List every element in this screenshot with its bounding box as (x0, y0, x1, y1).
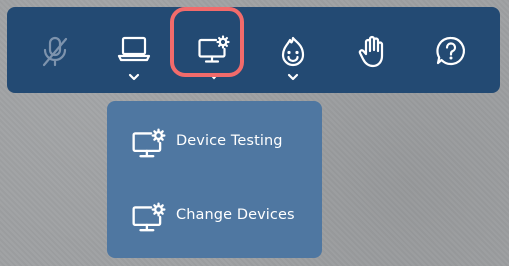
meeting-toolbar (7, 7, 500, 93)
monitor-settings-icon (132, 128, 166, 158)
menu-item-device-testing[interactable]: Device Testing (107, 115, 322, 171)
face-emoji-icon (281, 36, 305, 67)
monitor-settings-icon (132, 202, 166, 232)
raise-hand-button[interactable] (342, 7, 402, 93)
device-menu: Device Testing Change Devices (107, 101, 322, 258)
reactions-button[interactable] (263, 7, 323, 93)
help-button[interactable] (421, 7, 481, 93)
caret-down-icon[interactable] (208, 73, 220, 81)
menu-item-label: Device Testing (176, 133, 283, 149)
menu-item-label: Change Devices (176, 207, 295, 223)
menu-item-change-devices[interactable]: Change Devices (107, 189, 322, 245)
microphone-muted-icon (42, 36, 68, 67)
chevron-down-icon[interactable] (287, 73, 299, 81)
monitor-settings-icon (198, 35, 230, 63)
chevron-down-icon[interactable] (128, 73, 140, 81)
laptop-icon (117, 36, 151, 62)
help-question-icon (436, 36, 465, 66)
share-screen-button[interactable] (104, 7, 164, 93)
raise-hand-icon (358, 35, 384, 68)
device-settings-button[interactable] (184, 7, 244, 93)
mute-microphone-button[interactable] (25, 7, 85, 93)
